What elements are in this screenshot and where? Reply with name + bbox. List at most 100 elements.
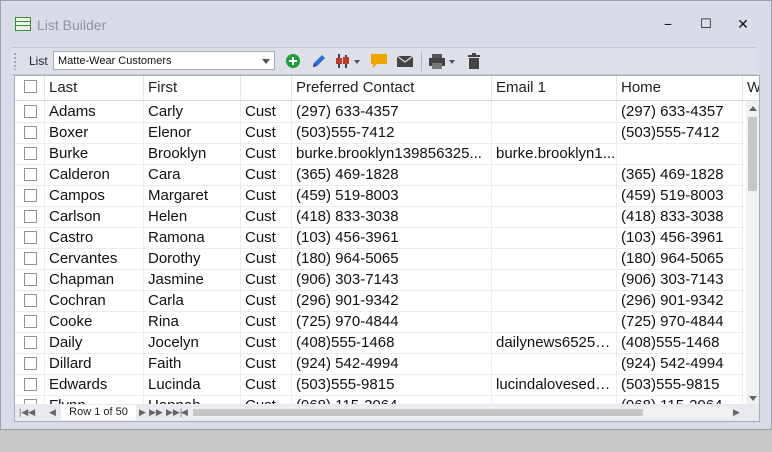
cell-last[interactable]: Castro xyxy=(45,227,144,248)
column-header-type[interactable] xyxy=(241,76,292,100)
cell-first[interactable]: Elenor xyxy=(144,122,241,143)
table-row[interactable]: Daily Jocelyn Cust (408)555-1468 dailynews65… xyxy=(15,332,745,354)
row-checkbox[interactable] xyxy=(24,315,37,328)
row-checkbox[interactable] xyxy=(24,105,37,118)
cell-home[interactable]: (296) 901-9342 xyxy=(617,290,743,311)
cell-home[interactable]: (503)555-9815 xyxy=(617,374,743,395)
row-checkbox[interactable] xyxy=(24,252,37,265)
cell-first[interactable]: Carla xyxy=(144,290,241,311)
cell-email-1[interactable]: burke.brooklyn1... xyxy=(492,143,617,164)
column-header-email-1[interactable]: Email 1 xyxy=(492,76,617,100)
cell-last[interactable]: Edwards xyxy=(45,374,144,395)
select-all-checkbox[interactable] xyxy=(24,80,37,93)
toolbar-grip[interactable] xyxy=(13,52,17,70)
cell-email-1[interactable] xyxy=(492,269,617,290)
cell-home[interactable]: (408)555-1468 xyxy=(617,332,743,353)
cell-type[interactable]: Cust xyxy=(241,269,292,290)
cell-email-1[interactable]: lucindalovesed8... xyxy=(492,374,617,395)
cell-preferred-contact[interactable]: (906) 303-7143 xyxy=(292,269,492,290)
cell-last[interactable]: Chapman xyxy=(45,269,144,290)
scroll-down-icon[interactable] xyxy=(749,396,757,401)
cell-preferred-contact[interactable]: (297) 633-4357 xyxy=(292,101,492,122)
row-checkbox[interactable] xyxy=(24,357,37,370)
cell-home[interactable]: (365) 469-1828 xyxy=(617,164,743,185)
previous-record-icon[interactable]: ◀ xyxy=(49,406,56,418)
cell-home[interactable]: (725) 970-4844 xyxy=(617,311,743,332)
cell-last[interactable]: Burke xyxy=(45,143,144,164)
cell-last[interactable]: Calderon xyxy=(45,164,144,185)
table-row[interactable]: Adams Carly Cust (297) 633-4357 (297) 633-43… xyxy=(15,101,745,123)
cell-last[interactable]: Boxer xyxy=(45,122,144,143)
table-row[interactable]: Cooke Rina Cust (725) 970-4844 (725) 970-484… xyxy=(15,311,745,333)
cell-email-1[interactable] xyxy=(492,227,617,248)
cell-preferred-contact[interactable]: (408)555-1468 xyxy=(292,332,492,353)
cell-last[interactable]: Adams xyxy=(45,101,144,122)
row-checkbox[interactable] xyxy=(24,168,37,181)
column-header-work[interactable]: W xyxy=(743,76,759,100)
cell-type[interactable]: Cust xyxy=(241,164,292,185)
print-icon[interactable] xyxy=(427,51,457,71)
column-header-first[interactable]: First xyxy=(144,76,241,100)
chart-icon[interactable] xyxy=(335,51,361,71)
row-checkbox[interactable] xyxy=(24,231,37,244)
cell-home[interactable]: (906) 303-7143 xyxy=(617,269,743,290)
row-checkbox[interactable] xyxy=(24,273,37,286)
cell-home[interactable]: (459) 519-8003 xyxy=(617,185,743,206)
row-checkbox[interactable] xyxy=(24,336,37,349)
cell-type[interactable]: Cust xyxy=(241,185,292,206)
maximize-button[interactable]: ☐ xyxy=(691,13,721,35)
cell-email-1[interactable] xyxy=(492,122,617,143)
cell-preferred-contact[interactable]: (503)555-9815 xyxy=(292,374,492,395)
cell-email-1[interactable] xyxy=(492,290,617,311)
cell-last[interactable]: Daily xyxy=(45,332,144,353)
scroll-right-icon[interactable]: ▶ xyxy=(733,406,740,418)
row-checkbox[interactable] xyxy=(24,210,37,223)
cell-email-1[interactable] xyxy=(492,248,617,269)
cell-first[interactable]: Jocelyn xyxy=(144,332,241,353)
scroll-up-icon[interactable] xyxy=(749,106,757,111)
cell-type[interactable]: Cust xyxy=(241,248,292,269)
first-page-icon[interactable]: |◀◀ xyxy=(19,406,35,418)
cell-type[interactable]: Cust xyxy=(241,101,292,122)
cell-first[interactable]: Rina xyxy=(144,311,241,332)
cell-home[interactable] xyxy=(617,143,743,164)
cell-email-1[interactable] xyxy=(492,185,617,206)
cell-first[interactable]: Cara xyxy=(144,164,241,185)
horizontal-scrollbar[interactable] xyxy=(191,407,731,418)
cell-home[interactable]: (297) 633-4357 xyxy=(617,101,743,122)
cell-preferred-contact[interactable]: (180) 964-5065 xyxy=(292,248,492,269)
table-row[interactable]: Castro Ramona Cust (103) 456-3961 (103) 456-… xyxy=(15,227,745,249)
cell-preferred-contact[interactable]: (418) 833-3038 xyxy=(292,206,492,227)
cell-first[interactable]: Faith xyxy=(144,353,241,374)
table-row[interactable]: Burke Brooklyn Cust burke.brooklyn139856325… xyxy=(15,143,745,165)
cell-type[interactable]: Cust xyxy=(241,206,292,227)
comment-icon[interactable] xyxy=(369,51,389,71)
cell-type[interactable]: Cust xyxy=(241,143,292,164)
list-dropdown[interactable]: Matte-Wear Customers xyxy=(53,51,275,70)
cell-last[interactable]: Campos xyxy=(45,185,144,206)
cell-first[interactable]: Jasmine xyxy=(144,269,241,290)
cell-email-1[interactable] xyxy=(492,164,617,185)
last-page-icon[interactable]: ▶▶| xyxy=(166,406,182,418)
cell-home[interactable]: (418) 833-3038 xyxy=(617,206,743,227)
column-header-last[interactable]: Last xyxy=(45,76,144,100)
cell-first[interactable]: Ramona xyxy=(144,227,241,248)
table-row[interactable]: Boxer Elenor Cust (503)555-7412 (503)555-741… xyxy=(15,122,745,144)
cell-type[interactable]: Cust xyxy=(241,353,292,374)
cell-preferred-contact[interactable]: (459) 519-8003 xyxy=(292,185,492,206)
cell-type[interactable]: Cust xyxy=(241,311,292,332)
cell-first[interactable]: Lucinda xyxy=(144,374,241,395)
cell-email-1[interactable] xyxy=(492,101,617,122)
row-checkbox[interactable] xyxy=(24,189,37,202)
cell-preferred-contact[interactable]: (924) 542-4994 xyxy=(292,353,492,374)
close-button[interactable]: ✕ xyxy=(728,13,758,35)
cell-email-1[interactable] xyxy=(492,311,617,332)
cell-home[interactable]: (180) 964-5065 xyxy=(617,248,743,269)
cell-preferred-contact[interactable]: (103) 456-3961 xyxy=(292,227,492,248)
cell-preferred-contact[interactable]: burke.brooklyn139856325... xyxy=(292,143,492,164)
cell-home[interactable]: (924) 542-4994 xyxy=(617,353,743,374)
cell-first[interactable]: Brooklyn xyxy=(144,143,241,164)
table-row[interactable]: Calderon Cara Cust (365) 469-1828 (365) 469-… xyxy=(15,164,745,186)
cell-email-1[interactable]: dailynews65258... xyxy=(492,332,617,353)
add-icon[interactable] xyxy=(283,51,303,71)
